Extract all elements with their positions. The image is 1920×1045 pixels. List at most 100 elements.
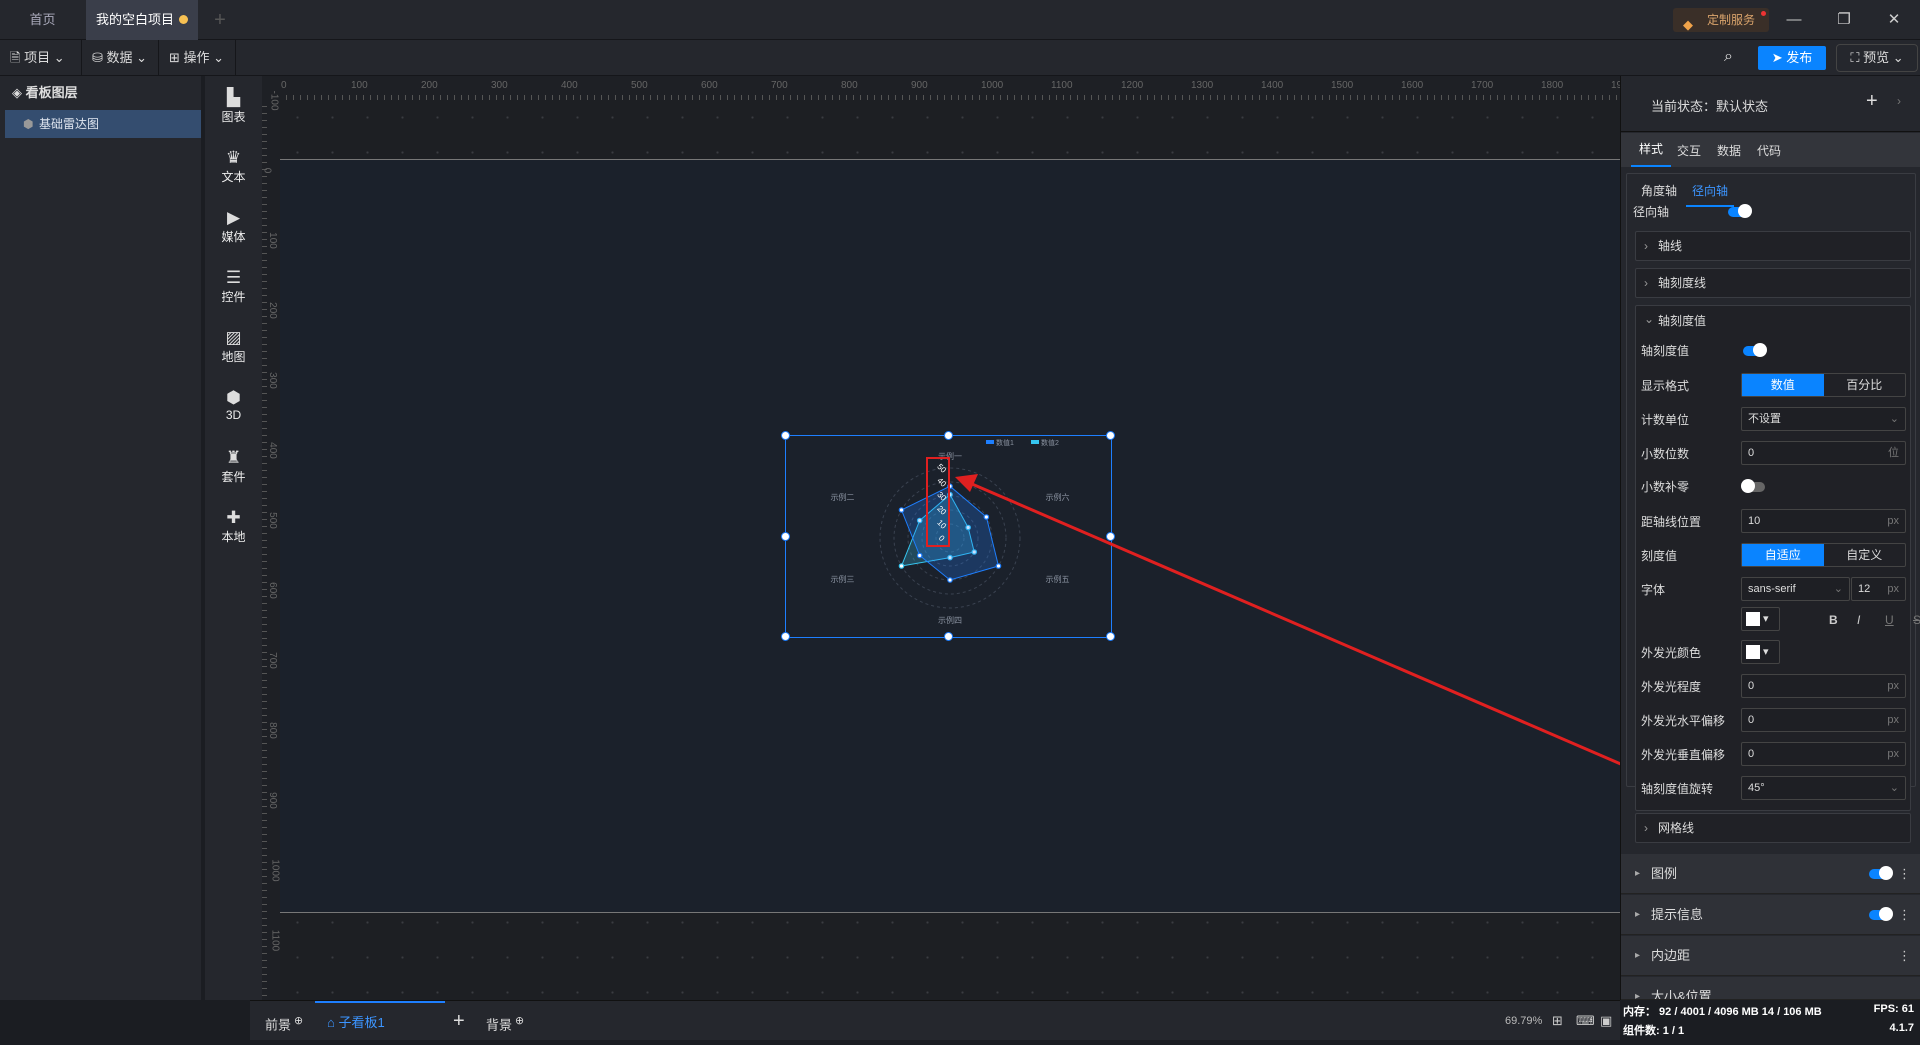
section-title[interactable]: 轴刻度值 [1658,312,1706,329]
glow-level-input[interactable]: 0 px [1741,674,1906,698]
font-color-picker[interactable]: ▾ [1741,607,1780,631]
layers-title: 看板图层 [25,85,78,100]
background-tab[interactable]: 背景 ⊕ [486,1001,524,1041]
italic-icon[interactable]: I [1857,606,1860,634]
more-icon[interactable]: ⋮ [1898,854,1911,894]
decimals-input[interactable]: 0位 [1741,441,1906,465]
menu-project[interactable]: 🗎 项目 ⌄ [0,40,82,76]
vertical-ruler[interactable]: -100 0 100 200 300 400 500 600 700 800 900 1000 1100 [261,76,281,1000]
category-kit[interactable]: ♜ 套件 [205,448,262,485]
layer-item[interactable]: ⬢ 基础雷达图 [5,110,201,138]
chevron-down-icon[interactable]: ⌄ [1644,312,1654,326]
publish-button[interactable]: ➤ 发布 [1758,46,1826,70]
category-map[interactable]: ▨ 地图 [205,328,262,365]
scale-auto-option[interactable]: 自适应 [1742,544,1824,566]
strikethrough-icon[interactable]: S [1913,606,1920,634]
toolbar: 🗎 项目 ⌄ ⛁ 数据 ⌄ ⊞ 操作 ⌄ ⌕ ➤ 发布 ⛶ 预览 ⌄ [0,40,1920,76]
add-tab-button[interactable]: + [205,0,235,40]
category-controls[interactable]: ☰ 控件 [205,268,262,305]
resize-handle[interactable] [781,531,790,541]
restore-button[interactable]: ❐ [1829,8,1859,32]
glow-v-input[interactable]: 0 px [1741,742,1906,766]
category-3d[interactable]: ⬢ 3D [205,388,262,422]
add-state-icon[interactable]: + [1866,90,1878,113]
resize-handle[interactable] [1106,531,1115,541]
tab-home[interactable]: 首页 [0,0,85,40]
ruler-label: 1000 [981,80,1004,91]
add-circle-icon[interactable]: ⊕ [291,1015,303,1027]
tab-style[interactable]: 样式 [1631,133,1671,167]
resize-handle[interactable] [1106,431,1115,440]
resize-handle[interactable] [943,431,953,440]
tick-value-toggle[interactable] [1743,343,1767,357]
tooltip-toggle[interactable] [1869,907,1893,921]
font-family-select[interactable]: sans-serif ⌄ [1741,577,1850,601]
indicator-label: 示例二 [830,492,854,502]
group-label: 大小&位置 [1651,989,1712,1000]
menu-operate[interactable]: ⊞ 操作 ⌄ [159,40,236,76]
format-percent-option[interactable]: 百分比 [1824,374,1906,396]
send-icon: ➤ [1771,50,1787,65]
fit-screen-icon[interactable]: ⊞ [1552,1001,1563,1041]
bold-icon[interactable]: B [1829,606,1838,634]
unit-select[interactable]: 不设置 ⌄ [1741,407,1906,431]
add-circle-icon[interactable]: ⊕ [512,1015,524,1027]
minimize-button[interactable]: — [1779,8,1809,32]
horizontal-ruler[interactable]: 0 100 200 300 400 500 600 700 800 900 1000 1100 1200… [262,76,1633,100]
sub-board-tab[interactable]: ⌂ 子看板1 [315,1001,445,1041]
ruler-label: 700 [771,80,788,91]
resize-handle[interactable] [781,632,790,641]
more-icon[interactable]: ⋮ [1898,936,1911,976]
group-padding[interactable]: 内边距 ⋮ [1621,936,1920,976]
tab-interaction[interactable]: 交互 [1677,142,1701,159]
resize-handle[interactable] [781,431,790,440]
more-icon[interactable]: ⋮ [1898,895,1911,935]
group-tooltip[interactable]: 提示信息 ⋮ [1621,895,1920,935]
tab-project[interactable]: 我的空白项目 [86,0,198,40]
close-button[interactable]: ✕ [1879,8,1909,32]
section-grid-line[interactable]: 网格线 [1635,813,1911,843]
category-text[interactable]: ♛ 文本 [205,148,262,185]
format-number-option[interactable]: 数值 [1742,374,1824,396]
legend-toggle[interactable] [1869,866,1893,880]
search-icon[interactable]: ⌕ [1724,48,1733,66]
group-size-position[interactable]: 大小&位置 [1621,977,1920,1000]
row-label: 轴刻度值 [1641,344,1690,358]
subtab-angle-axis[interactable]: 角度轴 [1641,182,1677,199]
glow-h-input[interactable]: 0 px [1741,708,1906,732]
radar-icon: ⬢ [23,117,34,131]
foreground-tab[interactable]: 前景 ⊕ [265,1001,303,1041]
ruler-label: -100 [268,90,280,111]
radar-chart-component[interactable]: 示例一 示例二 示例三 示例四 示例五 示例六 0 10 20 30 40 50 数值1 数值2 [781,431,1115,641]
keyboard-icon[interactable]: ⌨ [1576,1001,1595,1041]
ruler-label: 500 [631,80,648,91]
chevron-right-icon[interactable]: › [1897,94,1901,108]
menu-data[interactable]: ⛁ 数据 ⌄ [82,40,159,76]
add-board-button[interactable]: + [453,1001,465,1041]
tab-code[interactable]: 代码 [1757,142,1781,159]
font-size-input[interactable]: 12 px [1851,577,1906,601]
category-chart[interactable]: ▙ 图表 [205,88,262,125]
resize-handle[interactable] [1106,632,1115,641]
offset-input[interactable]: 10 px [1741,509,1906,533]
radial-axis-toggle[interactable] [1728,204,1752,218]
section-axis-line[interactable]: 轴线 [1635,231,1911,261]
rotation-select[interactable]: 45° ⌄ [1741,776,1906,800]
section-tick-line[interactable]: 轴刻度线 [1635,268,1911,298]
terminal-icon[interactable]: ▣ [1600,1001,1612,1041]
scale-custom-option[interactable]: 自定义 [1824,544,1906,566]
tab-data[interactable]: 数据 [1717,142,1741,159]
unit-row: 计数单位 不设置 ⌄ [1641,406,1906,434]
category-local[interactable]: ✚ 本地 [205,508,262,545]
category-media[interactable]: ▶ 媒体 [205,208,262,245]
group-legend[interactable]: 图例 ⋮ [1621,854,1920,894]
unit-label: 位 [1888,447,1899,459]
glow-color-picker[interactable]: ▾ [1741,640,1780,664]
custom-service-button[interactable]: ◆ 定制服务 [1673,8,1769,32]
zoom-level[interactable]: 69.79% [1505,1001,1542,1041]
resize-handle[interactable] [943,632,953,641]
underline-icon[interactable]: U [1885,606,1894,634]
chevron-down-icon: ⌄ [1889,413,1899,425]
preview-button[interactable]: ⛶ 预览 ⌄ [1836,44,1918,72]
pad-zero-toggle[interactable] [1741,479,1765,493]
